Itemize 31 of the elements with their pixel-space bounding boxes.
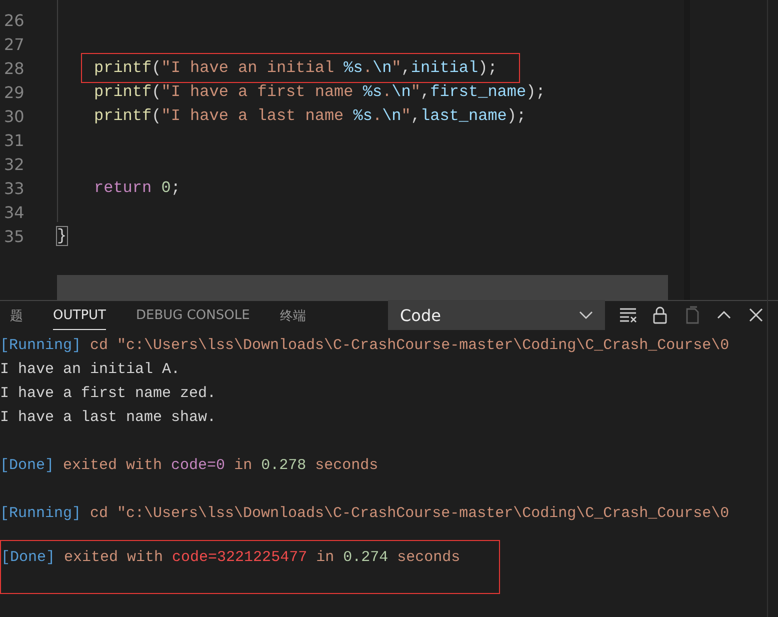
line-number: 27 [3, 34, 26, 54]
code-line: printf("I have a last name %s.\n",last_name); [94, 107, 526, 125]
output-line: I have a last name shaw. [0, 408, 216, 426]
output-line: I have a first name zed. [0, 384, 216, 402]
panel-tab[interactable]: 终端 [280, 300, 306, 330]
line-number: 34 [3, 202, 26, 222]
line-number: 31 [3, 130, 26, 150]
horizontal-scrollbar[interactable] [57, 275, 668, 300]
close-icon[interactable] [747, 306, 765, 324]
code-line: } [57, 227, 67, 245]
line-number: 29 [3, 82, 26, 102]
line-number: 33 [3, 178, 26, 198]
output-line: I have an initial A. [0, 360, 180, 378]
line-number: 30 [3, 106, 26, 126]
line-number: 32 [3, 154, 26, 174]
output-line: [Running] cd "c:\Users\lss\Downloads\C-CrashCourse-master\Coding\C_Crash_Course\0 [0, 336, 730, 354]
output-line: [Running] cd "c:\Users\lss\Downloads\C-CrashCourse-master\Coding\C_Crash_Course\0 [0, 504, 730, 522]
output-channel-dropdown[interactable]: Code [388, 300, 605, 330]
code-line: return 0; [94, 179, 180, 197]
code-line: printf("I have a first name %s.\n",first_name); [94, 83, 546, 101]
code-line: printf("I have an initial %s.\n",initial); [82, 54, 520, 82]
panel-tab[interactable]: 题 [10, 300, 23, 330]
lock-icon[interactable] [651, 306, 669, 324]
panel-tab[interactable]: DEBUG CONSOLE [136, 300, 250, 330]
output-line: [Done] exited with code=0 in 0.278 seconds [0, 456, 378, 474]
output-line: [Done] exited with code=3221225477 in 0.274 seconds [1, 549, 460, 566]
line-number: 26 [3, 10, 26, 30]
panel-tab[interactable]: OUTPUT [53, 300, 106, 330]
line-number: 35 [3, 226, 26, 246]
line-number: 28 [3, 58, 26, 78]
clear-output-icon[interactable] [619, 306, 637, 324]
